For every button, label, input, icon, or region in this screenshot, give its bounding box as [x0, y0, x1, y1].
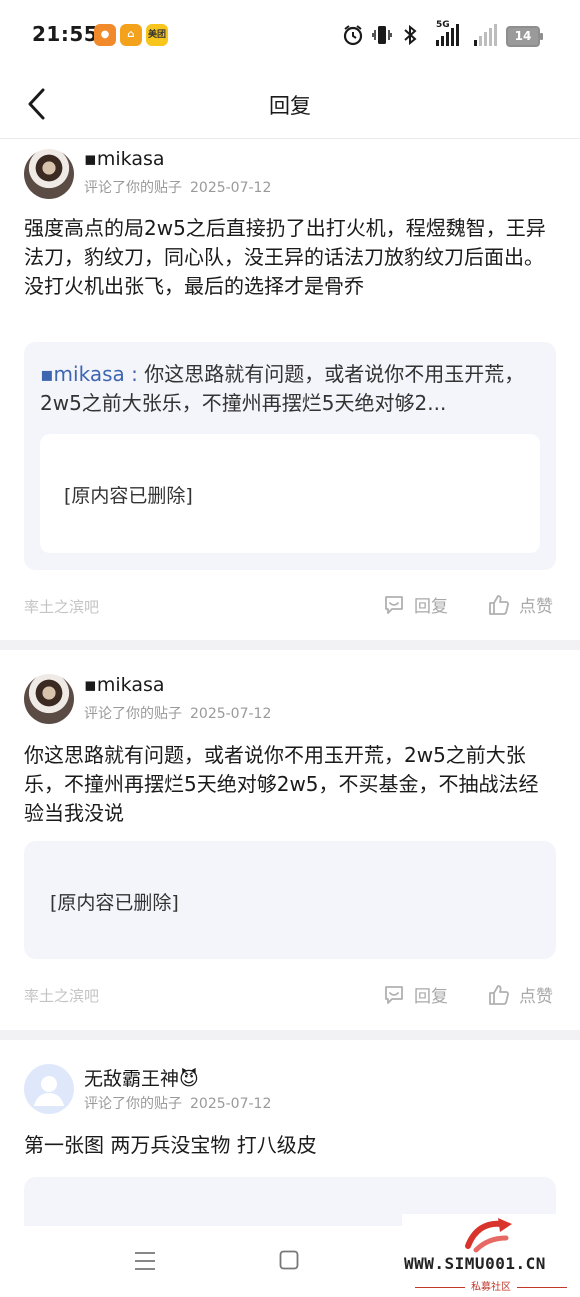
deleted-text: [原内容已删除]	[64, 485, 193, 507]
username[interactable]: ▪mikasa	[84, 674, 165, 696]
forum-name[interactable]: 率土之滨吧	[24, 596, 99, 617]
vibrate-icon	[372, 26, 392, 44]
quote-author[interactable]: ▪mikasa	[40, 362, 125, 386]
quote-line: ▪mikasa : 你这思路就有问题，或者说你不用玉开荒，2w5之前大张乐，不撞…	[40, 360, 540, 418]
reply-meta: 评论了你的贴子 2025-07-12	[84, 1093, 271, 1113]
avatar[interactable]	[24, 149, 74, 199]
menu-icon[interactable]	[134, 1251, 156, 1271]
thumbs-up-icon	[489, 984, 509, 1005]
home-icon[interactable]	[279, 1250, 299, 1270]
like-button[interactable]: 点赞	[487, 592, 553, 617]
comment-icon	[385, 595, 403, 614]
like-label: 点赞	[519, 597, 553, 617]
quoted-comment[interactable]: ▪mikasa : 你这思路就有问题，或者说你不用玉开荒，2w5之前大张乐，不撞…	[24, 342, 556, 570]
action-text: 评论了你的贴子	[84, 1096, 182, 1112]
quote-separator: :	[124, 362, 145, 386]
quoted-comment[interactable]: [原内容已删除]	[24, 841, 556, 959]
watermark: WWW.SIMU001.CN 私募社区	[402, 1214, 580, 1297]
reply-meta: 评论了你的贴子 2025-07-12	[84, 177, 271, 197]
deleted-content-box: [原内容已删除]	[40, 434, 540, 553]
watermark-url: WWW.SIMU001.CN	[404, 1254, 546, 1273]
signal-strength-icon	[436, 24, 459, 46]
app-meituan-icon: 美团	[146, 24, 168, 46]
action-text: 评论了你的贴子	[84, 706, 182, 722]
reply-button[interactable]: 回复	[382, 592, 448, 617]
username[interactable]: ▪mikasa	[84, 148, 165, 170]
reply-text[interactable]: 你这思路就有问题，或者说你不用玉开荒，2w5之前大张乐，不撞州再摆烂5天绝对够2…	[24, 741, 556, 828]
bluetooth-icon	[404, 24, 417, 46]
reply-label: 回复	[414, 597, 448, 617]
watermark-logo-icon	[465, 1218, 512, 1253]
reply-button[interactable]: 回复	[382, 982, 448, 1007]
signal-strength-2-icon	[474, 24, 497, 46]
reply-label: 回复	[414, 987, 448, 1007]
date-text: 2025-07-12	[190, 1096, 272, 1112]
status-time: 21:55	[32, 22, 99, 46]
date-text: 2025-07-12	[190, 706, 272, 722]
reply-card[interactable]: 无敌霸王神😈 评论了你的贴子 2025-07-12 第一张图 两万兵没宝物 打八级…	[0, 1040, 580, 1226]
watermark-subtitle: 私募社区	[402, 1278, 580, 1293]
action-text: 评论了你的贴子	[84, 180, 182, 196]
reply-text[interactable]: 第一张图 两万兵没宝物 打八级皮	[24, 1131, 556, 1160]
like-label: 点赞	[519, 987, 553, 1007]
alarm-icon	[343, 25, 363, 46]
forum-name[interactable]: 率土之滨吧	[24, 985, 99, 1006]
reply-card[interactable]: ▪mikasa 评论了你的贴子 2025-07-12 强度高点的局2w5之后直接扔…	[0, 139, 580, 640]
default-avatar-icon	[34, 1076, 64, 1106]
battery-icon: 14	[506, 26, 543, 47]
date-text: 2025-07-12	[190, 180, 272, 196]
reply-text[interactable]: 强度高点的局2w5之后直接扔了出打火机，程煜魏智，王异法刀，豹纹刀，同心队，没王…	[24, 214, 556, 301]
thumbs-up-icon	[489, 594, 509, 615]
avatar[interactable]	[24, 674, 74, 724]
deleted-text: [原内容已删除]	[50, 892, 179, 914]
reply-card[interactable]: ▪mikasa 评论了你的贴子 2025-07-12 你这思路就有问题，或者说你不…	[0, 650, 580, 1030]
app-amap-icon: ⌂	[120, 24, 142, 46]
page-title: 回复	[269, 94, 311, 118]
avatar[interactable]	[24, 1064, 74, 1114]
status-bar: 21:55 ● ⌂ 美团 5G 14	[0, 0, 580, 70]
reply-meta: 评论了你的贴子 2025-07-12	[84, 703, 271, 723]
app-header: 回复	[0, 70, 580, 139]
username[interactable]: 无敌霸王神😈	[84, 1064, 199, 1091]
comment-icon	[385, 985, 403, 1004]
like-button[interactable]: 点赞	[487, 982, 553, 1007]
app-orange-icon: ●	[94, 24, 116, 46]
